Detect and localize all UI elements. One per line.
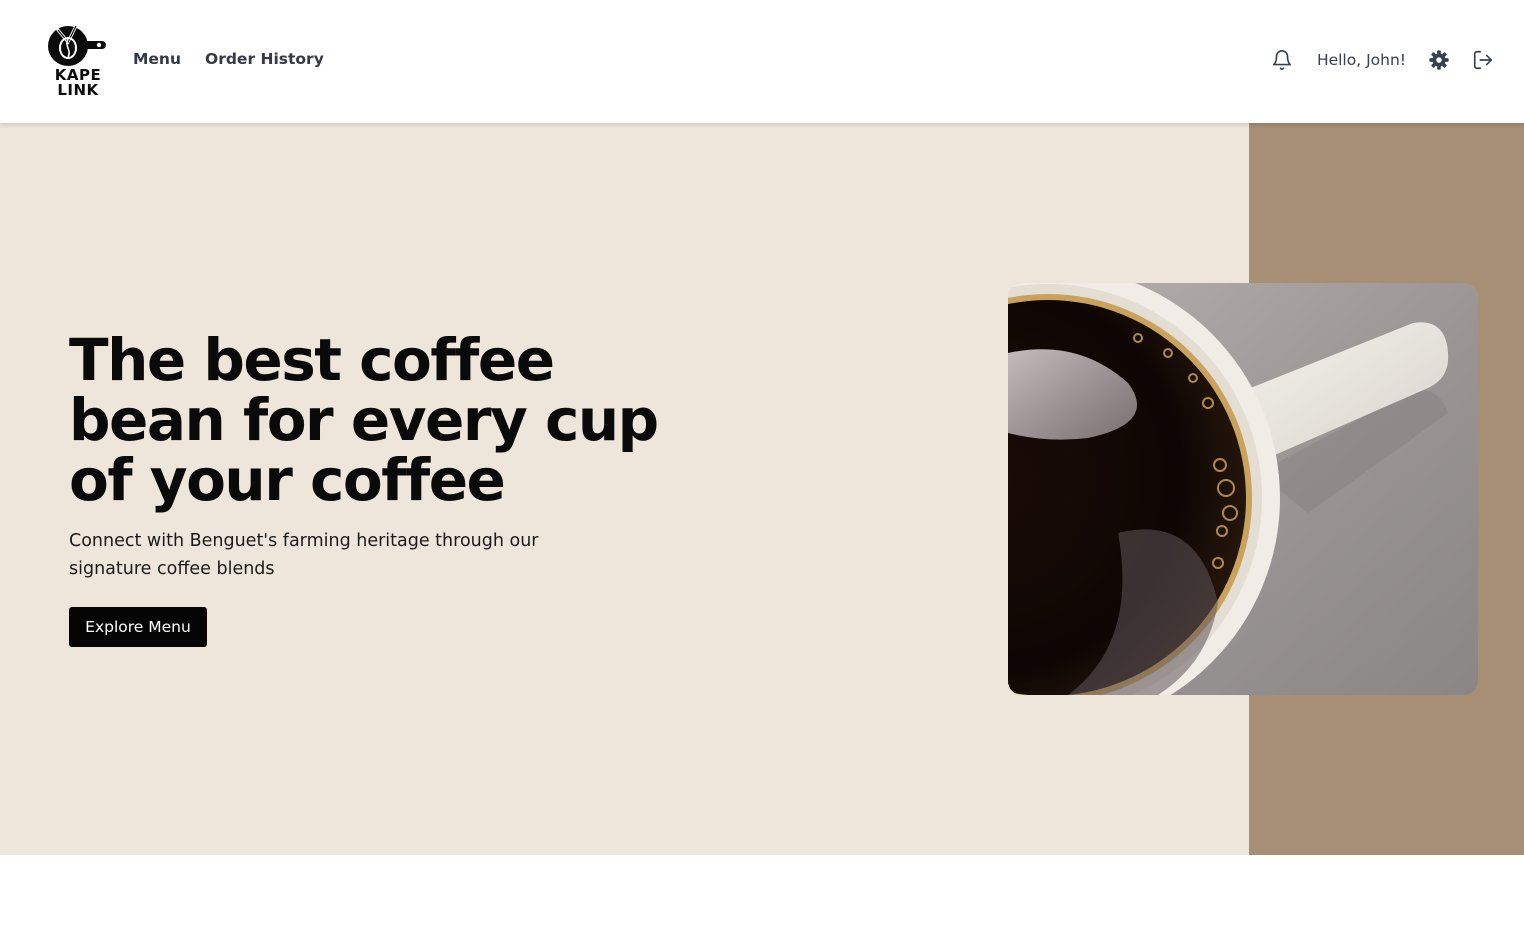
logo-text-link: LINK bbox=[57, 81, 99, 99]
bell-icon[interactable] bbox=[1271, 49, 1293, 71]
logout-icon[interactable] bbox=[1472, 49, 1494, 71]
kapelink-logo[interactable]: KAPE LINK bbox=[44, 20, 112, 100]
user-greeting: Hello, John! bbox=[1316, 51, 1406, 69]
nav-link-menu[interactable]: Menu bbox=[133, 48, 181, 70]
hero-section: The best coffee bean for every cup of yo… bbox=[0, 123, 1524, 855]
top-navbar: KAPE LINK Menu Order History Hello, John… bbox=[0, 0, 1524, 123]
logo-wordmark: KAPE LINK bbox=[45, 68, 111, 98]
coffee-cup-image bbox=[1008, 283, 1478, 695]
nav-link-order-history[interactable]: Order History bbox=[205, 48, 324, 70]
main-nav: Menu Order History bbox=[133, 48, 324, 70]
coffee-cup-logo-icon bbox=[48, 24, 106, 66]
hero-subtext: Connect with Benguet's farming heritage … bbox=[69, 531, 539, 579]
gear-icon[interactable] bbox=[1428, 49, 1450, 71]
hero-headline: The best coffee bean for every cup of yo… bbox=[69, 326, 659, 514]
user-actions: Hello, John! bbox=[1271, 45, 1494, 75]
explore-menu-button[interactable]: Explore Menu bbox=[69, 607, 207, 647]
